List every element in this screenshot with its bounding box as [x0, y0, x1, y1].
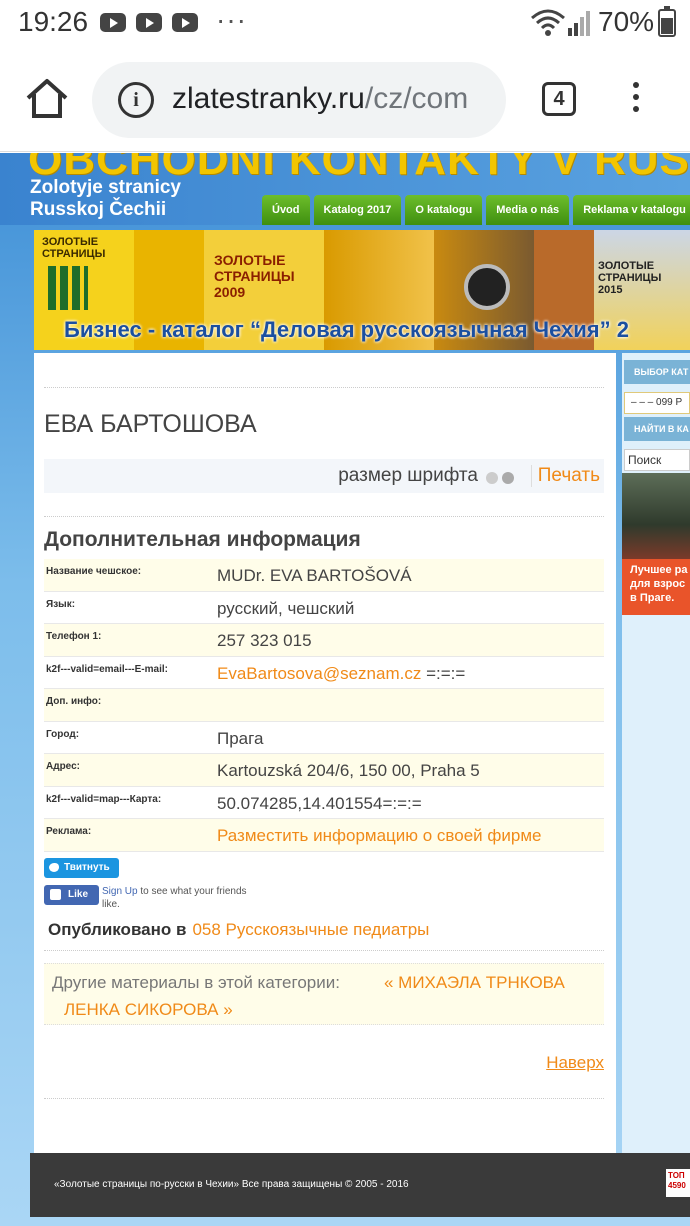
field-value: MUDr. EVA BARTOŠOVÁ: [217, 566, 412, 585]
section-title: Дополнительная информация: [44, 528, 361, 551]
field-value: Kartouzská 204/6, 150 00, Praha 5: [217, 761, 480, 780]
facebook-like-button[interactable]: Like: [44, 885, 99, 905]
sidebar: ВЫБОР КАТ – – – 099 Р НАЙТИ В КА Поиск Л…: [622, 353, 690, 1153]
font-size-label: размер шрифта: [338, 465, 478, 486]
url-domain: zlatestranky.ru: [172, 82, 365, 115]
url-text[interactable]: zlatestranky.ru/cz/com: [172, 82, 468, 116]
browser-toolbar: i zlatestranky.ru/cz/com 4: [0, 48, 690, 152]
signal-icon: [568, 11, 590, 36]
nav-item-uvod[interactable]: Úvod: [262, 195, 310, 225]
catalog-select[interactable]: – – – 099 Р: [624, 392, 690, 414]
banner-caption: Бизнес - каталог “Деловая русскоязычная …: [64, 317, 629, 342]
advertise-link[interactable]: Разместить информацию о своей фирме: [217, 826, 541, 846]
youtube-icon: [172, 13, 198, 32]
ad-photo[interactable]: [622, 473, 690, 559]
field-label: k2f---valid=map---Карта:: [46, 793, 162, 805]
info-table: Название чешское: MUDr. EVA BARTOŠOVÁ Яз…: [44, 559, 604, 852]
field-label: Доп. инфо:: [46, 696, 102, 707]
email-suffix: =:=:=: [421, 663, 466, 683]
tab-switcher-button[interactable]: 4: [542, 82, 576, 116]
field-label: Адрес:: [46, 761, 80, 772]
field-value: 50.074285,14.401554=:=:=: [217, 793, 422, 813]
field-label: Язык:: [46, 598, 76, 610]
search-heading: НАЙТИ В КА: [624, 417, 690, 441]
back-to-top-link[interactable]: Наверх: [546, 1053, 604, 1073]
url-bar[interactable]: i zlatestranky.ru/cz/com: [92, 62, 506, 138]
published-info: Опубликовано в 058 Русскоязычные педиатры: [48, 920, 429, 940]
field-label: Город:: [46, 728, 80, 740]
battery-percent: 70%: [598, 6, 655, 37]
home-icon[interactable]: [24, 76, 70, 122]
field-label: Телефон 1:: [46, 631, 102, 642]
status-bar: 19:26 ··· 70%: [0, 0, 690, 48]
status-time: 19:26: [18, 6, 89, 37]
site-info-icon[interactable]: i: [118, 82, 154, 118]
like-label: Like: [68, 889, 89, 900]
website: OBCHODNÍ KONTAKTY V RUSTINĚ V Zolotyje s…: [0, 153, 690, 1226]
table-row: k2f---valid=map---Карта: 50.074285,14.40…: [44, 787, 604, 819]
nav-item-katalog[interactable]: Katalog 2017: [313, 195, 402, 225]
youtube-icon: [100, 13, 126, 32]
field-label: k2f---valid=email---E-mail:: [46, 663, 168, 675]
field-value: русский, чешский: [217, 598, 355, 618]
wifi-icon: [531, 9, 565, 36]
divider: [44, 950, 604, 951]
nav-item-media[interactable]: Media o nás: [486, 195, 570, 225]
article-content: ЕВА БАРТОШОВА размер шрифта Печать Допол…: [34, 353, 616, 1153]
table-row: Доп. инфо:: [44, 689, 604, 722]
nav-item-o-katalogu[interactable]: O katalogu: [405, 195, 483, 225]
table-row: Город: Прага: [44, 722, 604, 754]
divider: [44, 1098, 604, 1099]
tweet-label: Твитнуть: [64, 862, 110, 873]
site-subtitle-line1: Zolotyje stranicy: [30, 177, 181, 198]
field-value: Прага: [217, 728, 264, 748]
twitter-bird-icon: [49, 863, 59, 872]
published-label: Опубликовано в: [48, 920, 187, 939]
battery-charging-icon: [658, 6, 676, 37]
search-input[interactable]: Поиск: [624, 449, 690, 471]
category-link[interactable]: 058 Русскоязычные педиатры: [192, 920, 429, 939]
font-decrease-icon[interactable]: [486, 472, 498, 484]
catalog-banner[interactable]: ЗОЛОТЫЕ СТРАНИЦЫ ЗОЛОТЫЕ СТРАНИЦЫ 2009 З…: [34, 230, 690, 350]
related-label: Другие материалы в этой категории:: [52, 973, 340, 992]
field-value: EvaBartosova@seznam.cz =:=:=: [217, 664, 465, 684]
print-link[interactable]: Печать: [530, 465, 600, 487]
article-tools: размер шрифта Печать: [44, 459, 604, 493]
site-subtitle[interactable]: Zolotyje stranicy Russkoj Čechii: [30, 177, 181, 221]
site-footer: «Золотые страницы по-русски в Чехии» Все…: [30, 1153, 690, 1217]
thumbs-up-icon: [50, 889, 61, 900]
related-articles: Другие материалы в этой категории: « МИХ…: [44, 963, 604, 1025]
site-subtitle-line2: Russkoj Čechii: [30, 199, 167, 220]
next-article-link[interactable]: ЛЕНКА СИКОРОВА »: [64, 1000, 233, 1020]
table-row: Телефон 1: 257 323 015: [44, 624, 604, 657]
main-nav: Úvod Katalog 2017 O katalogu Media o nás…: [262, 195, 690, 225]
email-link[interactable]: EvaBartosova@seznam.cz: [217, 664, 421, 683]
signup-link[interactable]: Sign Up: [102, 886, 138, 897]
more-notifications-icon: ···: [216, 4, 247, 35]
prev-article-link[interactable]: « МИХАЭЛА ТРНКОВА: [384, 973, 565, 993]
tweet-button[interactable]: Твитнуть: [44, 858, 119, 878]
table-row: Язык: русский, чешский: [44, 592, 604, 624]
nav-item-reklama[interactable]: Reklama v katalogu: [573, 195, 690, 225]
phone-value: 257 323 015: [217, 631, 312, 650]
ad-banner[interactable]: Лучшее ра для взрос в Праге.: [622, 559, 690, 615]
table-row: Название чешское: MUDr. EVA BARTOŠOVÁ: [44, 559, 604, 592]
toplist-badge[interactable]: ТОП 4590: [666, 1169, 690, 1197]
catalog-heading: ВЫБОР КАТ: [624, 360, 690, 384]
copyright-text: «Золотые страницы по-русски в Чехии» Все…: [54, 1179, 409, 1190]
divider: [44, 516, 604, 517]
youtube-icon: [136, 13, 162, 32]
field-label: Название чешское:: [46, 566, 142, 577]
table-row: k2f---valid=email---E-mail: EvaBartosova…: [44, 657, 604, 689]
font-increase-icon[interactable]: [502, 472, 514, 484]
site-header: OBCHODNÍ KONTAKTY V RUSTINĚ V Zolotyje s…: [0, 153, 690, 225]
field-label: Реклама:: [46, 826, 92, 837]
table-row: Реклама: Разместить информацию о своей ф…: [44, 819, 604, 852]
like-prompt: Sign Up to see what your friends like.: [102, 885, 262, 911]
page-title: ЕВА БАРТОШОВА: [44, 410, 257, 438]
divider: [44, 387, 604, 388]
table-row: Адрес: Kartouzská 204/6, 150 00, Praha 5: [44, 754, 604, 787]
overflow-menu-icon[interactable]: [628, 82, 644, 120]
url-path: /cz/com: [364, 82, 469, 115]
